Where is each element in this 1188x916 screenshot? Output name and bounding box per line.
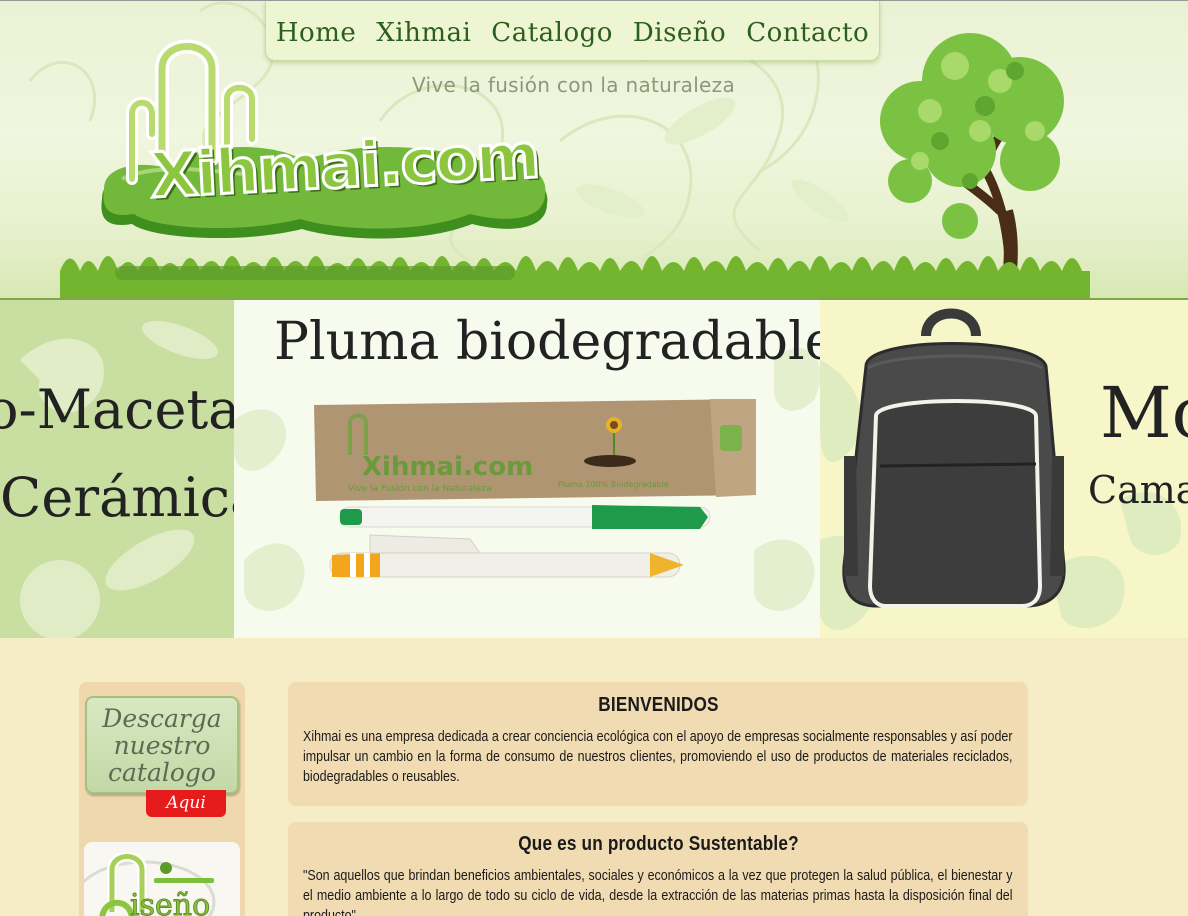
backpack-image: [842, 308, 1066, 608]
package-note: Pluma 100% Biodegradable: [558, 480, 669, 489]
diseno-banner[interactable]: iseño: [84, 842, 240, 916]
nav-xihmai[interactable]: Xihmai: [376, 18, 471, 48]
slide-maceta-title: o-Maceta: [0, 378, 234, 441]
aqui-link[interactable]: Aqui: [146, 790, 226, 817]
main-navigation: Home Xihmai Catalogo Diseño Contacto: [265, 1, 880, 61]
tagline: Vive la fusión con la naturaleza: [412, 73, 736, 97]
product-carousel[interactable]: o-Maceta Cerámica Pluma biodegradable Xi…: [0, 300, 1188, 638]
slide-maceta[interactable]: o-Maceta Cerámica: [0, 300, 234, 638]
nav-catalogo[interactable]: Catalogo: [491, 18, 613, 48]
welcome-title: BIENVENIDOS: [598, 694, 719, 716]
download-line-1: Descarga: [102, 703, 222, 733]
grass-strip: [60, 256, 1090, 300]
slide-mochila-subtitle: Cama: [1088, 468, 1188, 512]
slide-pluma[interactable]: Pluma biodegradable Xihmai.com Vive la F…: [234, 300, 820, 638]
package-brand: Xihmai.com: [362, 452, 533, 482]
site-header: Xihmai.com Home Xihmai Catalogo Diseño C…: [0, 0, 1188, 300]
pen-package-image: Xihmai.com Vive la Fusión con la Natural…: [314, 399, 756, 578]
diseno-word: iseño: [129, 888, 211, 916]
slide-mochila[interactable]: Mo Cama: [820, 300, 1188, 638]
sustainable-body: "Son aquellos que brindan beneficios amb…: [303, 868, 1013, 916]
nav-contacto[interactable]: Contacto: [746, 18, 869, 48]
slide-pluma-title: Pluma biodegradable: [274, 312, 820, 372]
sustainable-title: Que es un producto Sustentable?: [518, 833, 799, 855]
sidebar: Descarga nuestro catalogo Aqui iseño: [79, 682, 245, 916]
download-line-2: nuestro: [113, 730, 211, 760]
package-tagline: Vive la Fusión con la Naturaleza: [348, 483, 492, 494]
nav-home[interactable]: Home: [276, 18, 356, 48]
sustainable-section: Que es un producto Sustentable? "Son aqu…: [288, 822, 1028, 916]
nav-diseno[interactable]: Diseño: [633, 18, 726, 48]
download-line-3: catalogo: [108, 757, 216, 787]
download-catalog-button[interactable]: Descarga nuestro catalogo: [85, 696, 239, 794]
slide-mochila-title: Mo: [1100, 372, 1188, 454]
slide-maceta-subtitle: Cerámica: [0, 466, 234, 529]
welcome-section: BIENVENIDOS Xihmai es una empresa dedica…: [288, 682, 1028, 806]
welcome-body: Xihmai es una empresa dedicada a crear c…: [303, 729, 1013, 785]
